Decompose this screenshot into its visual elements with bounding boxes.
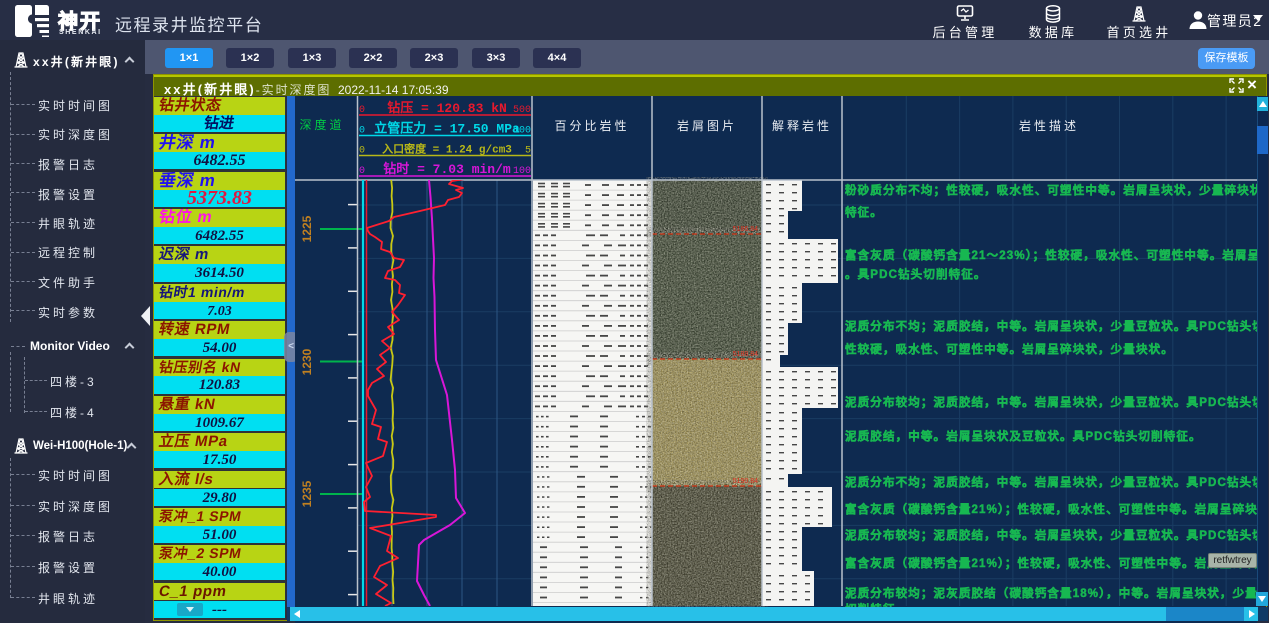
svg-text:钻压 = 120.83 kN: 钻压 = 120.83 kN — [387, 100, 507, 116]
svg-text:0: 0 — [359, 166, 365, 177]
svg-text:立管压力 = 17.50 MPa: 立管压力 = 17.50 MPa — [374, 121, 520, 137]
svg-text:岩屑图片: 岩屑图片 — [677, 118, 737, 133]
svg-text:500: 500 — [513, 105, 531, 116]
svg-text:解释岩性: 解释岩性 — [772, 118, 832, 133]
svg-text:0: 0 — [359, 126, 365, 137]
svg-text:0: 0 — [359, 105, 365, 116]
svg-text:0: 0 — [359, 146, 365, 157]
svg-text:5188.84: 5188.84 — [733, 351, 758, 358]
svg-text:1235: 1235 — [300, 480, 314, 507]
svg-text:岩性描述: 岩性描述 — [1019, 118, 1079, 133]
svg-text:5190.84: 5190.84 — [733, 478, 758, 485]
svg-text:深度道: 深度道 — [299, 117, 344, 132]
svg-text:1225: 1225 — [300, 215, 314, 242]
svg-text:5: 5 — [525, 146, 531, 157]
svg-text:1230: 1230 — [300, 348, 314, 375]
svg-text:100: 100 — [513, 126, 531, 137]
svg-text:百分比岩性: 百分比岩性 — [554, 118, 629, 133]
svg-text:钻时 = 7.03 min/m: 钻时 = 7.03 min/m — [383, 161, 511, 177]
svg-text:5186.84: 5186.84 — [733, 226, 758, 233]
svg-text:入口密度 = 1.24 g/cm3: 入口密度 = 1.24 g/cm3 — [382, 142, 512, 157]
svg-text:100: 100 — [513, 166, 531, 177]
